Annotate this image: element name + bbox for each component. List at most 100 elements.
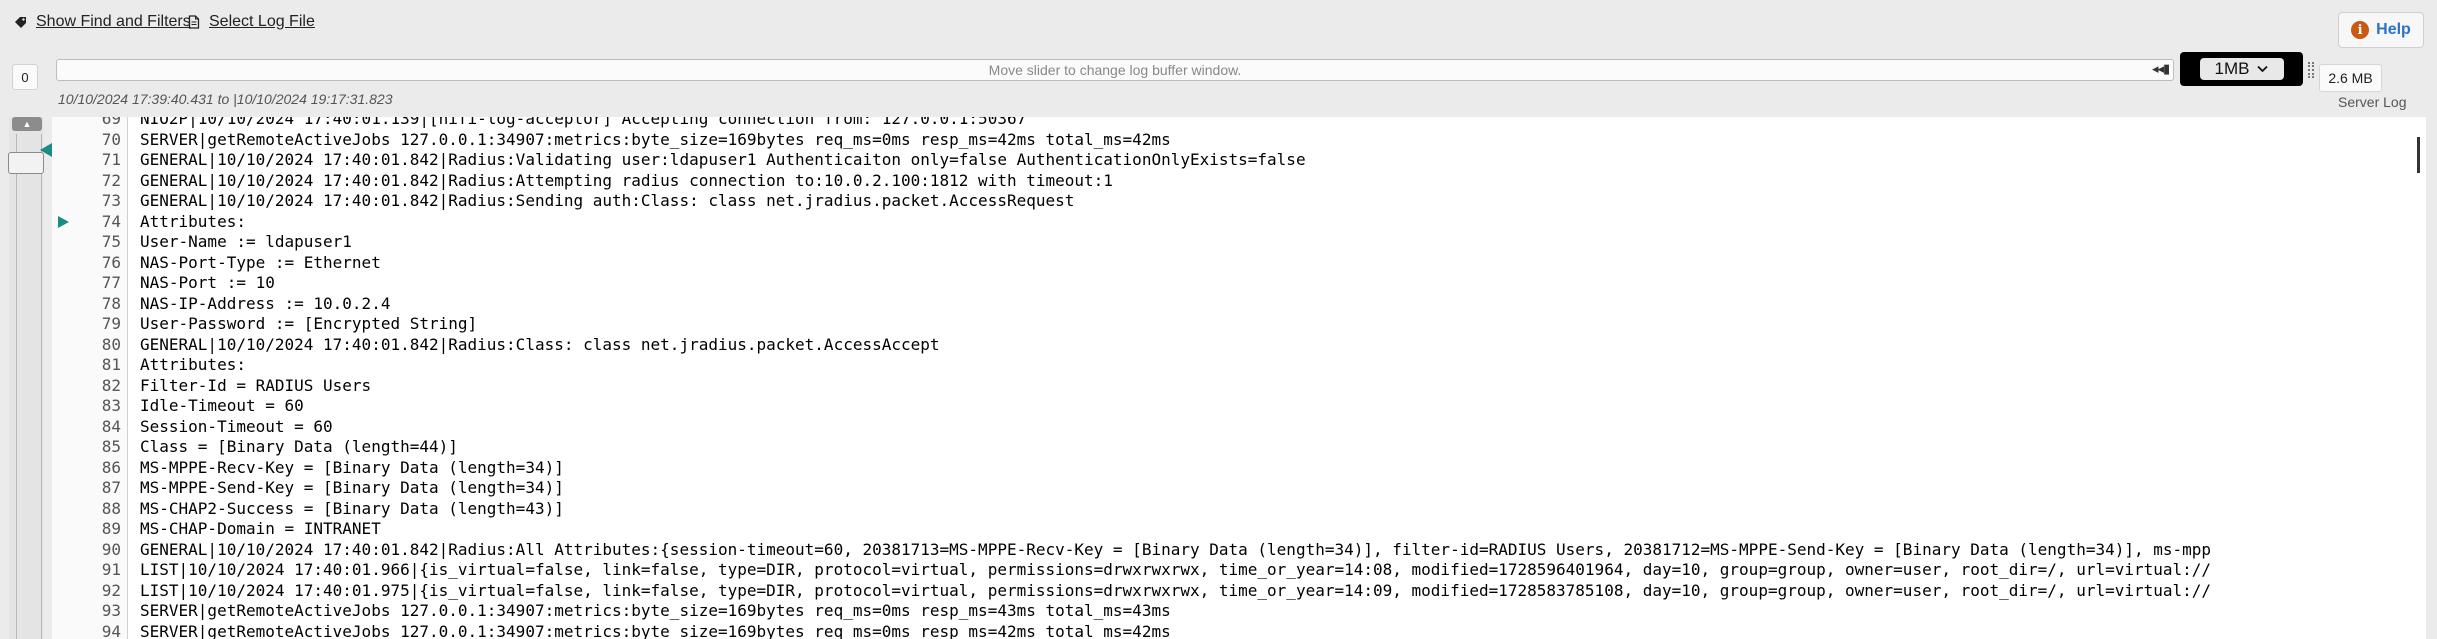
log-line: 83 Idle-Timeout = 60 (52, 396, 2426, 417)
log-line: 76 NAS-Port-Type := Ethernet (52, 253, 2426, 274)
line-number: 79 (101, 314, 121, 333)
log-line: 75 User-Name := ldapuser1 (52, 232, 2426, 253)
slider-start-value: 0 (12, 64, 38, 90)
line-number: 69 (101, 117, 121, 128)
line-number: 88 (101, 498, 121, 518)
log-line: 81 Attributes: (52, 355, 2426, 376)
line-text: MS-MPPE-Recv-Key = [Binary Data (length=… (140, 457, 564, 477)
line-number: 85 (101, 437, 121, 456)
line-text: User-Password := [Encrypted String] (140, 314, 478, 333)
log-line: 89 MS-CHAP-Domain = INTRANET (52, 519, 2426, 540)
log-line: 77 NAS-Port := 10 (52, 273, 2426, 294)
time-range-label: 10/10/2024 17:39:40.431 to |10/10/2024 1… (58, 91, 393, 107)
resize-handle[interactable] (2308, 62, 2314, 78)
log-line: 92 LIST|10/10/2024 17:40:01.975|{is_virtu… (52, 581, 2426, 602)
log-line: 87 MS-MPPE-Send-Key = [Binary Data (lengt… (52, 478, 2426, 499)
line-text: SERVER|getRemoteActiveJobs 127.0.0.1:349… (140, 601, 1171, 620)
line-number: 89 (101, 519, 121, 538)
line-number: 73 (101, 191, 121, 210)
line-text: LIST|10/10/2024 17:40:01.975|{is_virtual… (140, 580, 2212, 600)
log-line: 80 GENERAL|10/10/2024 17:40:01.842|Radius… (52, 335, 2426, 356)
help-button[interactable]: i Help (2338, 12, 2424, 48)
chevron-down-icon (2257, 62, 2269, 76)
info-icon: i (2351, 21, 2370, 39)
line-text: NAS-IP-Address := 10.0.2.4 (140, 293, 391, 313)
line-text: MS-CHAP2-Success = [Binary Data (length=… (140, 498, 564, 518)
log-line: 85 Class = [Binary Data (length=44)] (52, 437, 2426, 458)
memory-size-badge: 2.6 MB (2319, 64, 2382, 92)
line-text: NAS-Port := 10 (140, 273, 275, 292)
line-text: GENERAL|10/10/2024 17:40:01.842|Radius:A… (140, 170, 1113, 190)
log-line: 94 SERVER|getRemoteActiveJobs 127.0.0.1:3… (52, 622, 2426, 639)
line-text: SERVER|getRemoteActiveJobs 127.0.0.1:349… (140, 621, 1171, 639)
line-text: MS-MPPE-Send-Key = [Binary Data (length=… (140, 478, 564, 497)
select-log-file-link[interactable]: Select Log File (187, 13, 315, 31)
line-number: 75 (101, 232, 121, 251)
server-log-label: Server Log (2338, 94, 2407, 110)
log-line: 72 GENERAL|10/10/2024 17:40:01.842|Radius… (52, 171, 2426, 192)
buffer-size-value: 1MB (2214, 59, 2250, 78)
line-text: LIST|10/10/2024 17:40:01.966|{is_virtual… (140, 560, 2212, 579)
show-find-filters-link[interactable]: Show Find and Filters (14, 13, 191, 31)
line-number: 94 (101, 621, 121, 639)
show-find-filters-label: Show Find and Filters (36, 13, 191, 30)
line-number: 92 (101, 580, 121, 600)
line-number: 91 (101, 560, 121, 579)
tag-icon (14, 15, 28, 29)
log-lines: 69 NIO2P|10/10/2024 17:40:01.139|[nifi-lo… (52, 117, 2426, 639)
line-number: 90 (101, 539, 121, 559)
log-line: 86 MS-MPPE-Recv-Key = [Binary Data (lengt… (52, 458, 2426, 479)
line-text: GENERAL|10/10/2024 17:40:01.842|Radius:S… (140, 191, 1075, 210)
buffer-window-slider[interactable]: Move slider to change log buffer window. (56, 59, 2174, 81)
line-text: NAS-Port-Type := Ethernet (140, 252, 381, 272)
log-line: 73 GENERAL|10/10/2024 17:40:01.842|Radius… (52, 191, 2426, 212)
line-text: MS-CHAP-Domain = INTRANET (140, 519, 381, 538)
line-text: GENERAL|10/10/2024 17:40:01.842|Radius:A… (140, 539, 2212, 559)
log-line: 84 Session-Timeout = 60 (52, 417, 2426, 438)
line-number: 72 (101, 170, 121, 190)
line-number: 93 (101, 601, 121, 620)
log-panel[interactable]: 69 NIO2P|10/10/2024 17:40:01.139|[nifi-lo… (52, 117, 2426, 639)
line-text: Filter-Id = RADIUS Users (140, 375, 372, 395)
line-number: 83 (101, 396, 121, 415)
line-text: User-Name := ldapuser1 (140, 232, 352, 251)
line-text: Class = [Binary Data (length=44)] (140, 437, 458, 456)
line-number: 74 (101, 211, 121, 231)
line-text: GENERAL|10/10/2024 17:40:01.842|Radius:C… (140, 334, 940, 354)
line-number: 84 (101, 416, 121, 436)
log-line: 69 NIO2P|10/10/2024 17:40:01.139|[nifi-lo… (52, 117, 2426, 130)
log-line: 78 NAS-IP-Address := 10.0.2.4 (52, 294, 2426, 315)
line-number: 87 (101, 478, 121, 497)
log-line: 79 User-Password := [Encrypted String] (52, 314, 2426, 335)
line-number: 76 (101, 252, 121, 272)
log-line: 74 Attributes: (52, 212, 2426, 233)
log-line: 70 SERVER|getRemoteActiveJobs 127.0.0.1:3… (52, 130, 2426, 151)
line-text: Attributes: (140, 355, 246, 374)
slider-hint: Move slider to change log buffer window. (988, 62, 1242, 78)
line-number: 71 (101, 150, 121, 169)
line-text: Session-Timeout = 60 (140, 416, 333, 436)
file-icon (187, 15, 201, 29)
line-text: Attributes: (140, 211, 246, 231)
log-line: 88 MS-CHAP2-Success = [Binary Data (lengt… (52, 499, 2426, 520)
scroll-to-top-button[interactable]: ▲ (12, 117, 42, 131)
log-scrollbar[interactable] (2417, 137, 2420, 173)
line-number: 77 (101, 273, 121, 292)
help-label: Help (2376, 21, 2411, 38)
log-viewer-window: Show Find and Filters Select Log File i … (0, 0, 2437, 639)
log-line: 91 LIST|10/10/2024 17:40:01.966|{is_virtu… (52, 560, 2426, 581)
log-line: 93 SERVER|getRemoteActiveJobs 127.0.0.1:3… (52, 601, 2426, 622)
line-number: 82 (101, 375, 121, 395)
buffer-size-select[interactable]: 1MB (2180, 52, 2303, 86)
line-text: GENERAL|10/10/2024 17:40:01.842|Radius:V… (140, 150, 1306, 169)
line-text: SERVER|getRemoteActiveJobs 127.0.0.1:349… (140, 129, 1171, 149)
overview-scroll-thumb[interactable] (8, 152, 44, 174)
rewind-to-end-icon[interactable]: ◂◂▮ (2152, 61, 2170, 77)
position-marker-icon (40, 143, 52, 157)
line-number: 70 (101, 129, 121, 149)
line-number: 81 (101, 355, 121, 374)
select-log-file-label: Select Log File (209, 13, 315, 30)
line-text: NIO2P|10/10/2024 17:40:01.139|[nifi-log-… (140, 117, 1027, 128)
overview-rail (16, 134, 42, 639)
log-line: 82 Filter-Id = RADIUS Users (52, 376, 2426, 397)
